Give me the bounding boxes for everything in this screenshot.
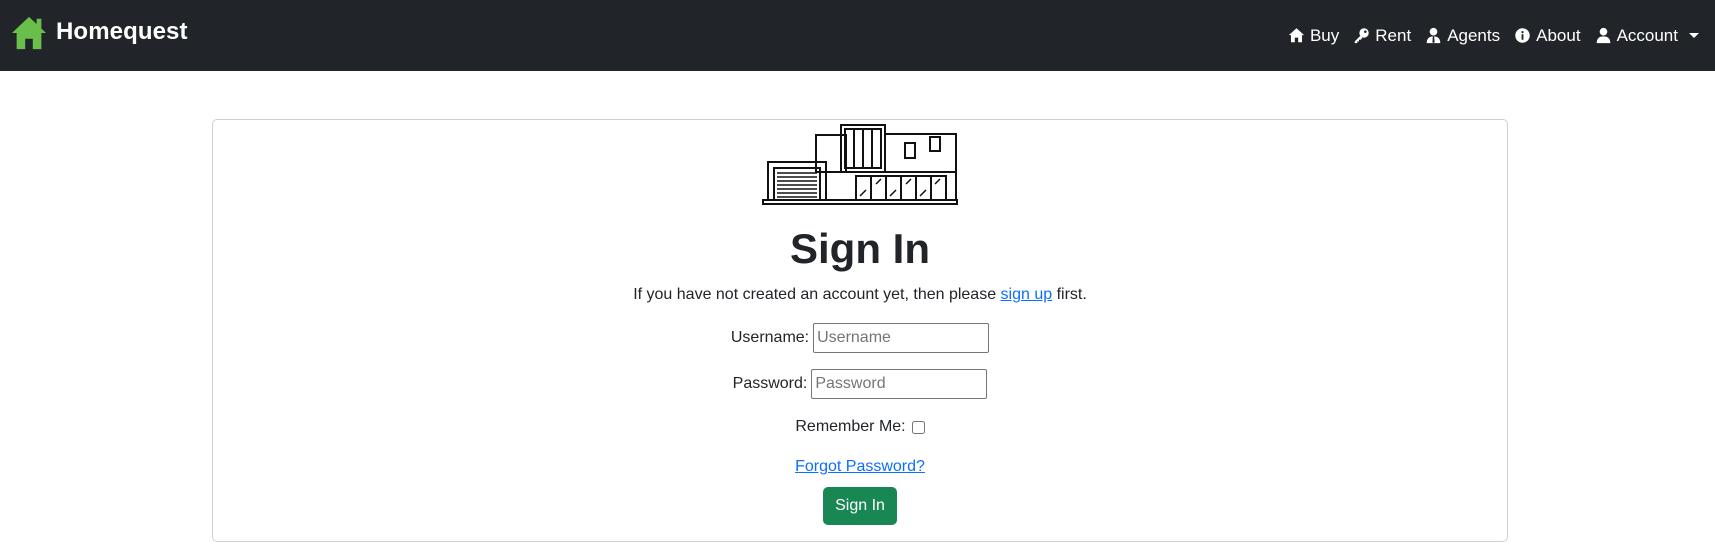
nav-about[interactable]: About: [1514, 25, 1581, 46]
submit-row: Sign In: [213, 487, 1507, 525]
password-input[interactable]: [811, 369, 988, 399]
key-icon: [1354, 28, 1369, 44]
signup-link[interactable]: sign up: [1001, 286, 1053, 303]
nav-rent[interactable]: Rent: [1353, 26, 1411, 46]
remember-me-checkbox[interactable]: [911, 420, 925, 434]
navbar: Homequest Buy Rent Agents About Account: [0, 0, 1715, 71]
page-title: Sign In: [790, 225, 930, 272]
username-row: Username:: [213, 323, 1507, 353]
nav-rent-label: Rent: [1375, 25, 1412, 45]
remember-me-label: Remember Me:: [795, 418, 906, 435]
password-row: Password:: [213, 369, 1507, 399]
info-icon: [1515, 28, 1530, 43]
nav-items: Buy Rent Agents About Account: [1288, 26, 1699, 46]
sign-in-button[interactable]: Sign In: [823, 487, 897, 525]
nav-agents[interactable]: Agents: [1425, 26, 1500, 46]
username-label: Username:: [730, 329, 810, 346]
chevron-down-icon: [1689, 33, 1699, 38]
signin-card: Sign In If you have not created an accou…: [212, 119, 1508, 542]
nav-agents-label: Agents: [1447, 25, 1501, 45]
home-icon: [1288, 28, 1305, 43]
house-logo-icon: [11, 16, 47, 49]
brand-name: Homequest: [56, 17, 188, 45]
signup-prompt-text-after: first.: [1052, 286, 1087, 303]
user-icon: [1596, 27, 1610, 44]
nav-buy-label: Buy: [1309, 25, 1340, 45]
nav-buy[interactable]: Buy: [1288, 26, 1339, 46]
signup-prompt-text-before: If you have not created an account yet, …: [633, 286, 1001, 303]
brand-link[interactable]: Homequest: [10, 16, 188, 52]
signup-prompt: If you have not created an account yet, …: [213, 286, 1507, 304]
username-input[interactable]: [813, 323, 990, 353]
nav-account-label: Account: [1616, 25, 1678, 45]
forgot-password-row: Forgot Password?: [213, 458, 1507, 476]
nav-about-label: About: [1536, 25, 1581, 45]
password-label: Password:: [732, 375, 808, 392]
forgot-password-link[interactable]: Forgot Password?: [795, 458, 925, 475]
agent-icon: [1426, 27, 1441, 44]
remember-me-row: Remember Me:: [213, 418, 1507, 436]
nav-account-dropdown[interactable]: Account: [1595, 26, 1699, 46]
modern-house-illustration: [762, 124, 958, 205]
